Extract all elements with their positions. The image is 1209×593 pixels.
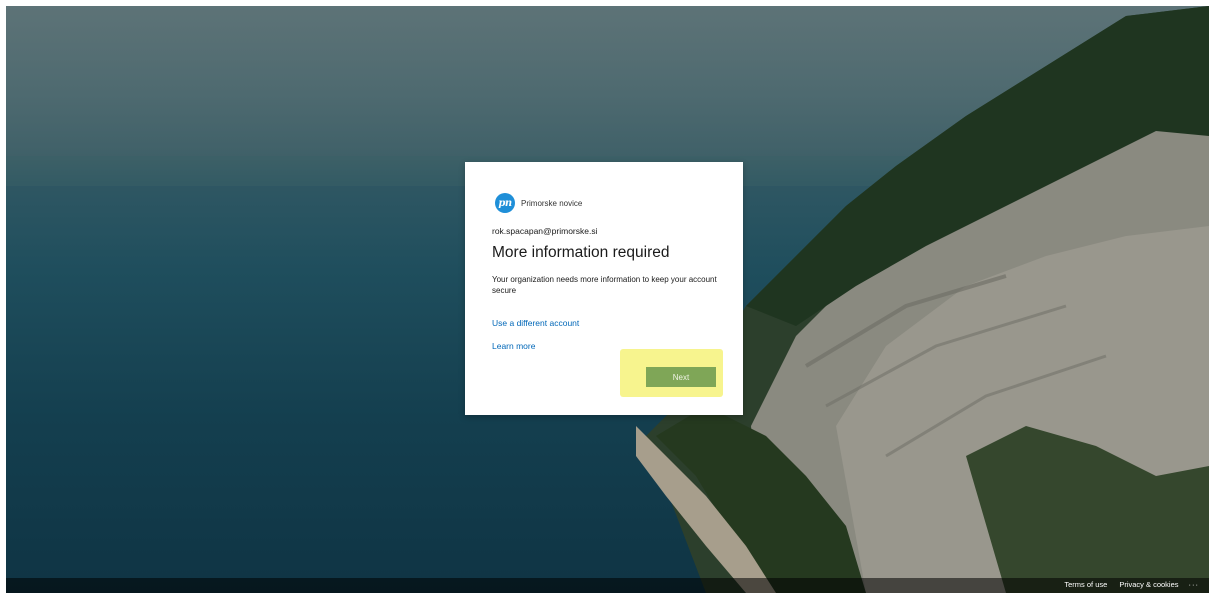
sign-in-page: pn Primorske novice rok.spacapan@primors… [6, 6, 1209, 593]
learn-more-link[interactable]: Learn more [492, 341, 535, 351]
brand: pn Primorske novice [495, 193, 582, 213]
terms-of-use-link[interactable]: Terms of use [1064, 580, 1107, 589]
brand-logo: pn [495, 193, 515, 213]
page-title: More information required [492, 244, 670, 261]
page-description: Your organization needs more information… [492, 275, 717, 295]
brand-name: Primorske novice [521, 198, 583, 208]
footer-bar: Terms of use Privacy & cookies ··· [6, 578, 1209, 593]
sign-in-card: pn Primorske novice rok.spacapan@primors… [465, 162, 743, 415]
footer-links: Terms of use Privacy & cookies ··· [1052, 580, 1199, 589]
next-button[interactable]: Next [646, 367, 716, 387]
privacy-cookies-link[interactable]: Privacy & cookies [1119, 580, 1178, 589]
use-different-account-link[interactable]: Use a different account [492, 318, 579, 328]
more-options-icon[interactable]: ··· [1189, 580, 1200, 589]
account-identity: rok.spacapan@primorske.si [492, 226, 598, 236]
